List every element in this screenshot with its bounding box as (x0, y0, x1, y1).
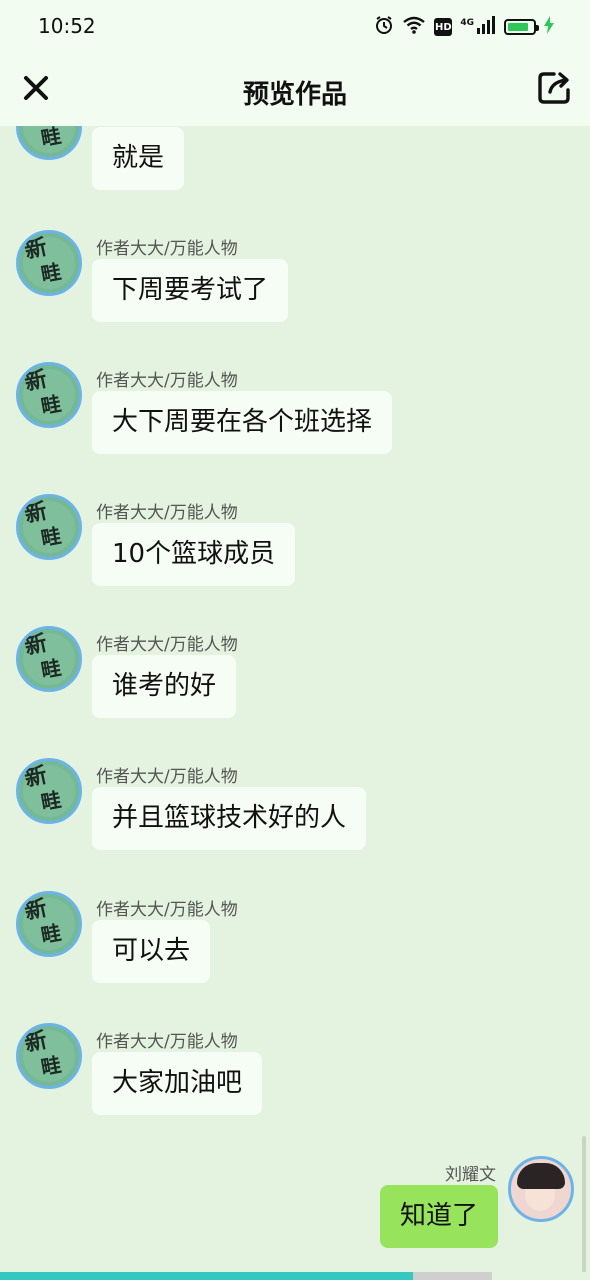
battery-icon (504, 19, 539, 35)
avatar-glyph: 新 (22, 1027, 50, 1058)
avatar[interactable]: 新 畦 (16, 758, 82, 824)
avatar[interactable]: 新 畦 (16, 230, 82, 296)
wifi-icon (402, 15, 426, 39)
avatar-glyph: 畦 (39, 920, 63, 948)
message-bubble[interactable]: 就是 (92, 127, 185, 190)
avatar[interactable]: 新 畦 (16, 1023, 82, 1089)
message-bubble[interactable]: 并且篮球技术好的人 (92, 787, 367, 850)
my-message-bubble[interactable]: 知道了 (379, 1185, 498, 1248)
avatar-glyph: 畦 (39, 259, 63, 287)
avatar-glyph: 新 (22, 234, 50, 265)
sender-name: 作者大大/万能人物 (96, 371, 238, 391)
sender-name: 作者大大/万能人物 (96, 503, 238, 523)
progress-fill (0, 1272, 414, 1280)
avatar-glyph: 畦 (39, 1052, 63, 1080)
scrollbar[interactable] (582, 1136, 586, 1272)
alarm-icon (374, 15, 394, 39)
avatar-glyph: 畦 (39, 523, 63, 551)
avatar-glyph: 新 (22, 895, 50, 926)
status-time: 10:52 (38, 14, 96, 38)
avatar[interactable]: 新 畦 (16, 626, 82, 692)
avatar-glyph: 新 (22, 498, 50, 529)
charging-icon (544, 16, 554, 38)
page-title: 预览作品 (242, 80, 347, 110)
avatar-glyph: 新 (22, 366, 50, 397)
sender-name: 作者大大/万能人物 (96, 1032, 238, 1052)
chat-list[interactable]: 新 畦 就是 新 畦 作者大大/万能人物 下周要考试了 新 畦 作者大大/万能人… (0, 126, 590, 1272)
share-icon[interactable] (536, 70, 572, 106)
message-bubble[interactable]: 下周要考试了 (92, 259, 289, 322)
battery-cap (536, 25, 539, 31)
status-bar: 10:52 HD 4G (0, 0, 590, 52)
progress-bar (0, 1272, 492, 1280)
message-bubble[interactable]: 大下周要在各个班选择 (92, 391, 393, 454)
sender-name: 作者大大/万能人物 (96, 767, 238, 787)
avatar[interactable]: 新 畦 (16, 126, 82, 160)
avatar-hair (517, 1163, 565, 1189)
message-bubble[interactable]: 可以去 (92, 920, 211, 983)
avatar-glyph: 畦 (39, 655, 63, 683)
status-icons: HD 4G (374, 15, 554, 39)
message-bubble[interactable]: 10个篮球成员 (92, 523, 296, 586)
avatar[interactable]: 新 畦 (16, 891, 82, 957)
nav-bar: 预览作品 (0, 52, 590, 126)
avatar-glyph: 新 (22, 630, 50, 661)
message-bubble[interactable]: 大家加油吧 (92, 1052, 263, 1115)
network-type-label: 4G (460, 18, 474, 28)
hd-icon: HD (434, 18, 453, 36)
avatar[interactable]: 新 畦 (16, 362, 82, 428)
avatar-glyph: 畦 (39, 391, 63, 419)
signal-icon (476, 16, 496, 38)
avatar-glyph: 畦 (39, 126, 63, 151)
my-avatar[interactable] (508, 1156, 574, 1222)
battery-level (508, 23, 529, 31)
sender-name: 作者大大/万能人物 (96, 900, 238, 920)
avatar-glyph: 新 (22, 762, 50, 793)
message-bubble[interactable]: 谁考的好 (92, 655, 237, 718)
sender-name: 作者大大/万能人物 (96, 239, 238, 259)
sender-name: 作者大大/万能人物 (96, 635, 238, 655)
avatar[interactable]: 新 畦 (16, 494, 82, 560)
avatar-glyph: 畦 (39, 787, 63, 815)
my-sender-name: 刘耀文 (445, 1165, 496, 1185)
